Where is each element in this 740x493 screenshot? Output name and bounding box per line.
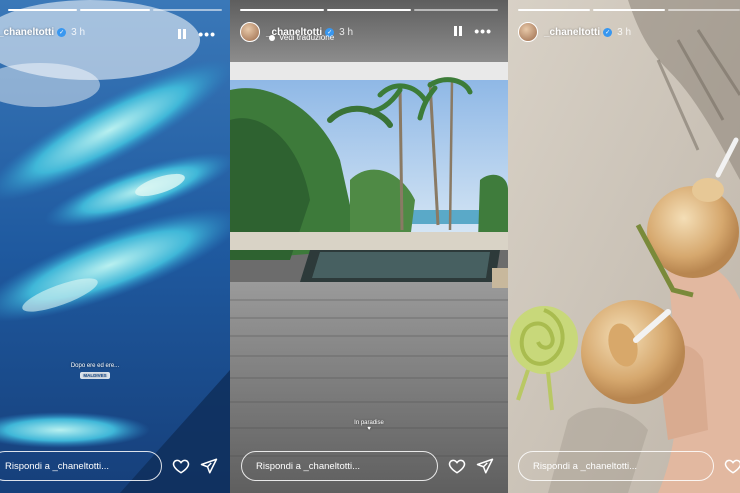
location-tag[interactable]: MALDIVES — [80, 372, 110, 379]
translate-link[interactable]: Vedi traduzione — [269, 33, 334, 42]
heart-icon[interactable] — [172, 457, 190, 475]
pause-icon[interactable] — [454, 26, 463, 36]
heart-icon[interactable] — [448, 457, 466, 475]
coconuts-photo — [508, 0, 740, 493]
story-username[interactable]: _chaneltotti — [544, 27, 600, 38]
reply-placeholder: Rispondi a _chaneltotti... — [533, 460, 638, 472]
story-time: 3 h — [617, 26, 632, 38]
verified-badge-icon: ✓ — [57, 27, 67, 37]
story-progress-bar — [8, 9, 222, 11]
story-aerial-atolls[interactable]: _chaneltotti ✓ 3 h ••• Dopo ere ed ere..… — [0, 0, 230, 493]
more-icon[interactable]: ••• — [198, 26, 216, 42]
reply-input[interactable]: Rispondi a _chaneltotti... — [0, 451, 162, 481]
aerial-atolls-photo — [0, 0, 230, 493]
reply-input[interactable]: Rispondi a _chaneltotti... — [518, 451, 714, 481]
caption-text: Dopo ere ed ere... — [70, 363, 120, 369]
story-username[interactable]: _chaneltotti — [0, 27, 54, 38]
story-progress-bar — [518, 9, 740, 11]
story-caption: In paradise ♥ — [330, 420, 408, 432]
reply-placeholder: Rispondi a _chaneltotti... — [256, 460, 361, 472]
heart-icon[interactable] — [724, 457, 740, 475]
verified-badge-icon: ✓ — [603, 27, 613, 37]
caption-heart-icon: ♥ — [367, 426, 371, 432]
story-time: 3 h — [339, 26, 354, 38]
reply-placeholder: Rispondi a _chaneltotti... — [5, 460, 110, 472]
stories-strip: _chaneltotti ✓ 3 h ••• Dopo ere ed ere..… — [0, 0, 740, 493]
story-header: _chaneltotti ✓ 3 h — [518, 18, 740, 46]
send-icon[interactable] — [200, 457, 218, 475]
translate-icon — [269, 34, 275, 41]
avatar[interactable] — [240, 22, 260, 42]
story-controls: ••• — [454, 23, 492, 39]
story-time: 3 h — [71, 26, 86, 38]
story-pool-view[interactable]: _chaneltotti ✓ 3 h Vedi traduzione ••• I… — [230, 0, 508, 493]
story-controls: ••• — [178, 26, 216, 42]
reply-input[interactable]: Rispondi a _chaneltotti... — [241, 451, 438, 481]
pause-icon[interactable] — [178, 29, 187, 39]
send-icon[interactable] — [476, 457, 494, 475]
story-coconuts[interactable]: _chaneltotti ✓ 3 h Rispondi a _chaneltot… — [508, 0, 740, 493]
story-caption: Dopo ere ed ere... MALDIVES — [60, 363, 130, 379]
translate-label: Vedi traduzione — [279, 33, 335, 42]
more-icon[interactable]: ••• — [474, 23, 492, 39]
avatar[interactable] — [518, 22, 538, 42]
story-progress-bar — [240, 9, 498, 11]
